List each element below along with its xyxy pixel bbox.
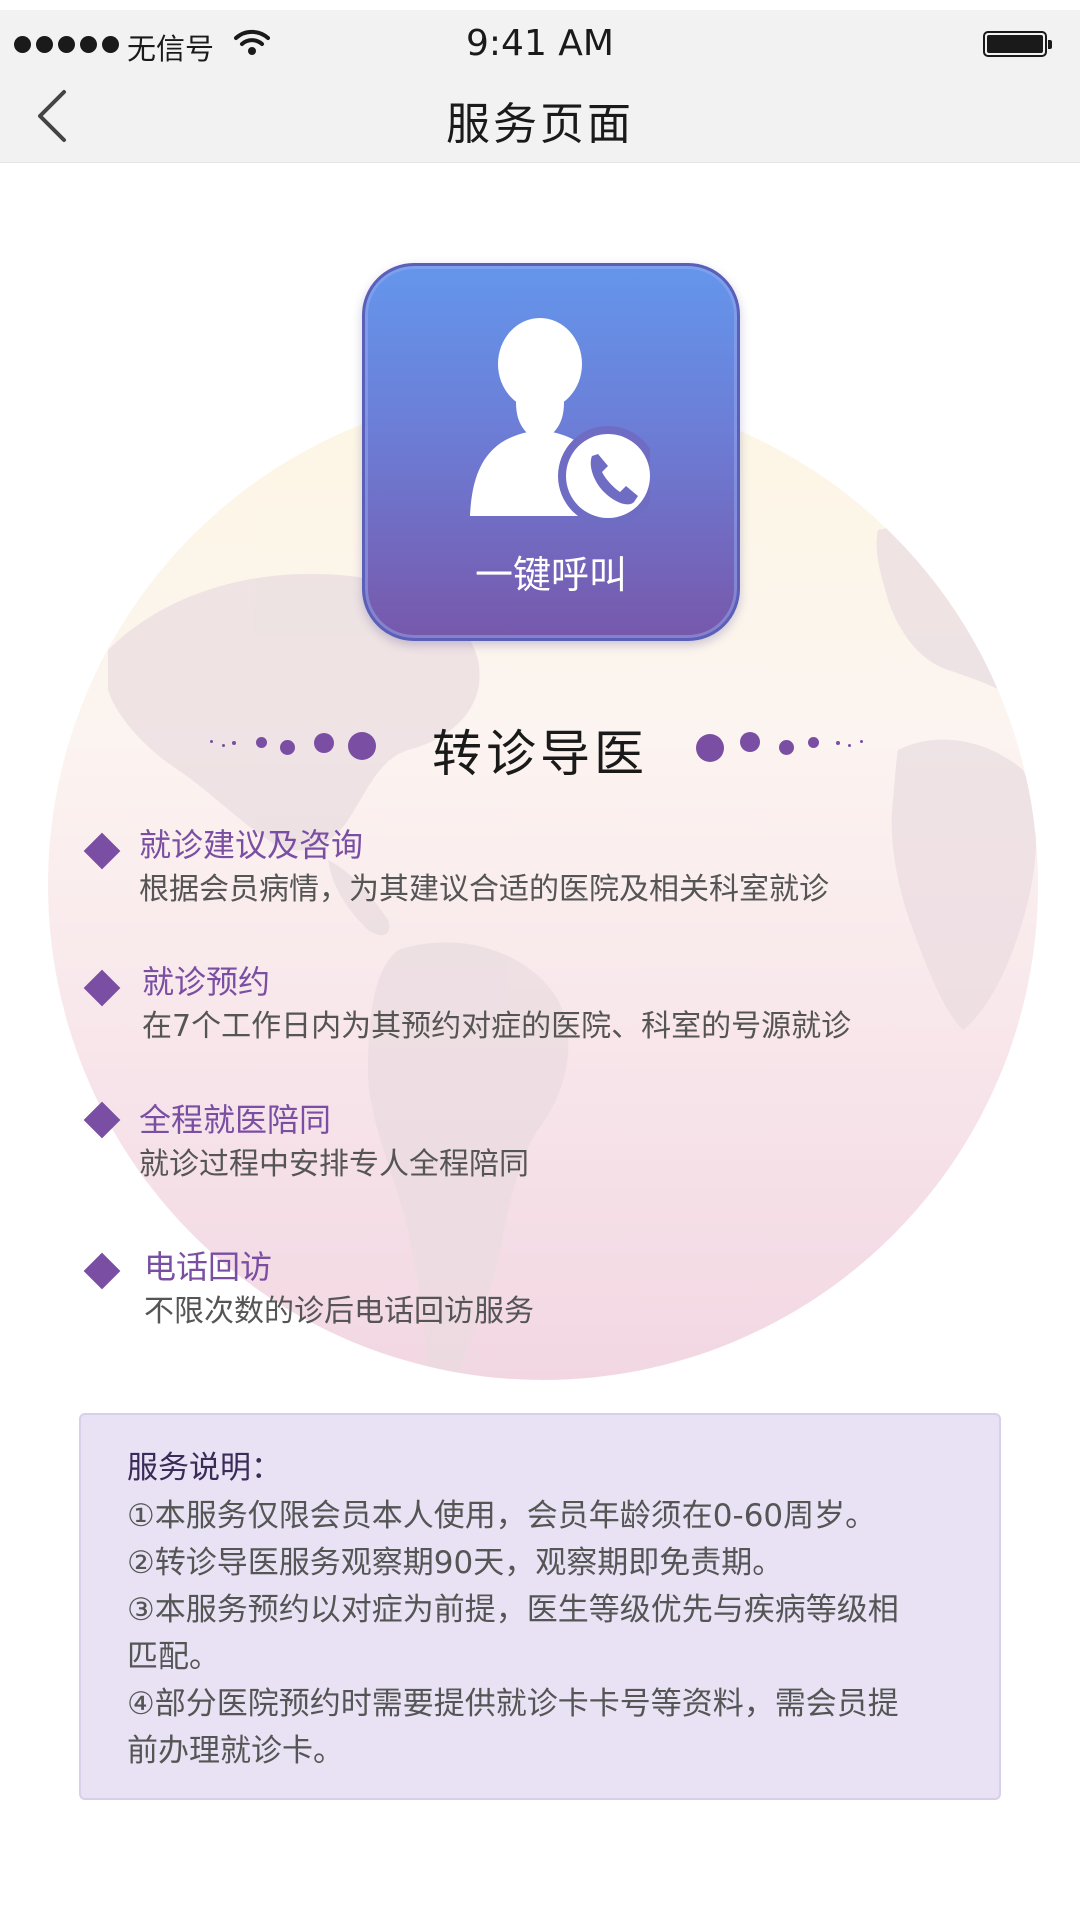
one-tap-call-button[interactable]: 一键呼叫: [362, 263, 740, 641]
service-note-line: 前办理就诊卡。: [127, 1733, 344, 1769]
battery-icon: [983, 31, 1052, 57]
feature-description: 在7个工作日内为其预约对症的医院、科室的号源就诊: [142, 1009, 852, 1044]
service-note-line: ④部分医院预约时需要提供就诊卡卡号等资料，需会员提: [127, 1686, 899, 1722]
status-time: 9:41 AM: [466, 23, 614, 64]
page-title: 服务页面: [446, 99, 634, 150]
one-tap-call-label: 一键呼叫: [474, 553, 627, 597]
feature-title: 电话回访: [144, 1248, 273, 1286]
doctor-call-icon: [470, 318, 650, 526]
feature-title: 全程就医陪同: [139, 1101, 332, 1139]
section-title: 转诊导医: [432, 725, 648, 783]
service-note-line: 匹配。: [127, 1639, 220, 1675]
service-note-line: ②转诊导医服务观察期90天，观察期即免责期。: [127, 1545, 784, 1581]
feature-description: 根据会员病情，为其建议合适的医院及相关科室就诊: [139, 872, 829, 907]
section-heading: 转诊导医: [0, 706, 1080, 783]
feature-description: 不限次数的诊后电话回访服务: [144, 1294, 534, 1329]
feature-description: 就诊过程中安排专人全程陪同: [139, 1147, 529, 1182]
service-note-line: ③本服务预约以对症为前提，医生等级优先与疾病等级相: [127, 1592, 899, 1628]
navigation-bar: 服务页面: [0, 70, 1080, 163]
service-notes-title: 服务说明：: [127, 1450, 282, 1486]
feature-title: 就诊建议及咨询: [139, 826, 364, 864]
diamond-bullet-icon: [83, 1252, 121, 1290]
feature-title: 就诊预约: [142, 963, 271, 1001]
service-notes-panel: 服务说明： ①本服务仅限会员本人使用，会员年龄须在0-60周岁。 ②转诊导医服务…: [79, 1413, 1001, 1800]
service-note-line: ①本服务仅限会员本人使用，会员年龄须在0-60周岁。: [127, 1498, 877, 1534]
status-bar: 无信号 9:41 AM: [0, 10, 1080, 70]
